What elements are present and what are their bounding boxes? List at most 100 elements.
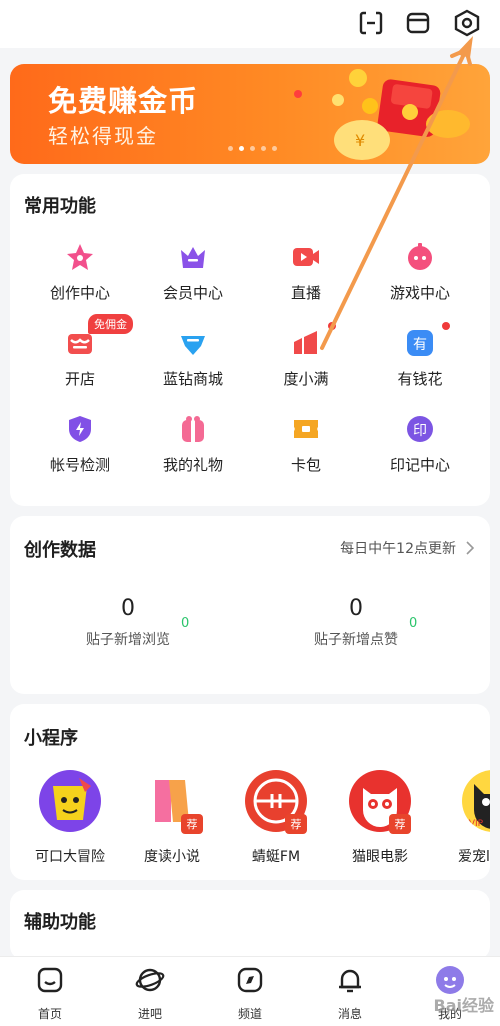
baidu-jingyan-watermark: Bai经验: [433, 996, 494, 1015]
mini-program-maoyan-movie[interactable]: 荐 猫眼电影: [330, 770, 430, 866]
scan-icon[interactable]: [354, 6, 388, 40]
recommend-badge: 荐: [285, 814, 307, 834]
update-note: 每日中午12点更新: [340, 541, 456, 557]
nav-channel[interactable]: 频道: [200, 965, 300, 1022]
mini-program-snack-adventure[interactable]: 可口大冒险: [20, 770, 120, 866]
video-camera-icon: [293, 248, 319, 266]
pagination-dot-active[interactable]: [239, 146, 244, 151]
snack-adventure-icon: [39, 770, 101, 832]
creation-data-title: 创作数据: [24, 540, 96, 561]
nav-label: 首页: [37, 1007, 62, 1021]
function-label: 游戏中心: [389, 284, 450, 302]
function-label: 直播: [290, 284, 321, 302]
svg-text:印: 印: [413, 423, 427, 439]
mini-programs-title: 小程序: [24, 728, 78, 749]
money-flower-icon: 有: [407, 330, 433, 356]
red-envelope-coins-illustration: ¥: [294, 69, 470, 160]
crown-icon: [181, 247, 205, 268]
update-note-link[interactable]: 每日中午12点更新: [340, 538, 474, 558]
function-item-youqianhua[interactable]: 有 有钱花: [360, 322, 480, 408]
mini-program-label: 可口大冒险: [35, 849, 105, 865]
mini-program-du-read-novel[interactable]: 荐 度读小说: [122, 770, 222, 866]
pagination-dot[interactable]: [250, 146, 255, 151]
nav-label: 频道: [237, 1007, 262, 1021]
stat-views[interactable]: 0 贴子新增浏览 0: [28, 596, 228, 649]
recommend-badge: 荐: [389, 814, 411, 834]
function-item-member-center[interactable]: 会员中心: [133, 242, 253, 322]
stat-label: 贴子新增浏览: [86, 632, 170, 648]
shield-check-icon: [69, 416, 91, 442]
function-item-live[interactable]: 直播: [246, 242, 366, 322]
bottom-navigation: 首页 进吧 频道 消息 我的 Bai经验: [0, 956, 500, 1026]
common-functions-card: 常用功能 创作中心 会员中心 直播 游戏中心 开店 免佣金 蓝钻商城 度小满 有…: [10, 174, 490, 506]
wallet-icon[interactable]: [401, 6, 435, 40]
chevron-right-icon: [466, 541, 474, 555]
nav-label: 消息: [337, 1007, 362, 1021]
nav-label: 进吧: [137, 1007, 162, 1021]
function-item-account-check[interactable]: 帐号检测: [20, 414, 140, 494]
mini-program-label: 猫眼电影: [352, 849, 408, 865]
home-icon: [37, 967, 63, 993]
banner-pagination: [228, 146, 277, 151]
mini-program-pet[interactable]: .VIP 爱宠l: [434, 770, 490, 866]
svg-text:¥: ¥: [355, 131, 365, 150]
mini-program-label: 蜻蜓FM: [251, 849, 301, 865]
stat-value: 0: [121, 596, 135, 621]
svg-text:有: 有: [413, 337, 427, 353]
stat-increase: 0: [181, 616, 190, 631]
creation-data-card: 创作数据 每日中午12点更新 0 贴子新增浏览 0 0 贴子新增点赞 0: [10, 516, 490, 694]
star-icon: [67, 244, 93, 270]
banner-title: 免费赚金币: [48, 84, 199, 118]
mini-program-label: 爱宠l: [458, 849, 490, 865]
function-label: 帐号检测: [49, 456, 110, 474]
function-item-my-gifts[interactable]: 我的礼物: [133, 414, 253, 494]
function-label: 有钱花: [397, 370, 443, 388]
avatar-icon: [436, 966, 464, 994]
pagination-dot[interactable]: [261, 146, 266, 151]
mini-programs-card: 小程序 可口大冒险 荐 度读小说 荐 蜻蜓FM 荐 猫眼电影 .VIP 爱宠l: [10, 704, 490, 880]
assist-functions-title: 辅助功能: [24, 912, 96, 933]
book-icon: 荐: [141, 770, 203, 834]
ticket-icon: [294, 420, 318, 438]
mini-program-label: 度读小说: [144, 849, 200, 865]
du-xiaoman-icon: [294, 331, 317, 354]
pet-icon: .VIP: [462, 770, 490, 832]
function-item-card-pack[interactable]: 卡包: [246, 414, 366, 494]
svg-text:.VIP: .VIP: [466, 819, 484, 829]
mini-program-qingting-fm[interactable]: 荐 蜻蜓FM: [226, 770, 326, 866]
gamepad-icon: [408, 243, 432, 270]
stat-label: 贴子新增点赞: [314, 632, 398, 648]
function-label: 蓝钻商城: [162, 370, 223, 388]
function-label: 创作中心: [49, 284, 110, 302]
stat-increase: 0: [409, 616, 418, 631]
function-item-creation-center[interactable]: 创作中心: [20, 242, 140, 322]
stat-value: 0: [349, 596, 363, 621]
nav-messages[interactable]: 消息: [300, 965, 400, 1022]
pagination-dot[interactable]: [228, 146, 233, 151]
pagination-dot[interactable]: [272, 146, 277, 151]
bell-icon: [339, 969, 361, 993]
top-bar: [0, 0, 500, 48]
promo-banner[interactable]: 免费赚金币 轻松得现金 ¥: [10, 64, 490, 164]
stat-likes[interactable]: 0 贴子新增点赞 0: [256, 596, 456, 649]
recommend-badge: 荐: [181, 814, 203, 834]
function-item-seal-center[interactable]: 印 印记中心: [360, 414, 480, 494]
seal-icon: 印: [407, 416, 433, 442]
function-label: 我的礼物: [162, 456, 223, 474]
function-item-open-shop[interactable]: 开店 免佣金: [20, 314, 140, 408]
gift-icon: [182, 416, 204, 442]
function-item-game-center[interactable]: 游戏中心: [360, 242, 480, 322]
function-item-du-xiaoman[interactable]: 度小满: [246, 322, 366, 408]
function-label: 度小满: [283, 370, 329, 388]
settings-icon[interactable]: [450, 6, 484, 40]
nav-home[interactable]: 首页: [0, 965, 100, 1022]
banner-subtitle: 轻松得现金: [48, 124, 158, 148]
function-item-blue-diamond-mall[interactable]: 蓝钻商城: [133, 328, 253, 408]
function-label: 开店: [64, 370, 95, 388]
notification-dot: [328, 322, 336, 330]
diamond-icon: [181, 336, 205, 355]
function-label: 印记中心: [389, 456, 450, 474]
function-label: 会员中心: [162, 284, 223, 302]
nav-jinba[interactable]: 进吧: [100, 965, 200, 1022]
function-label: 卡包: [290, 456, 321, 474]
